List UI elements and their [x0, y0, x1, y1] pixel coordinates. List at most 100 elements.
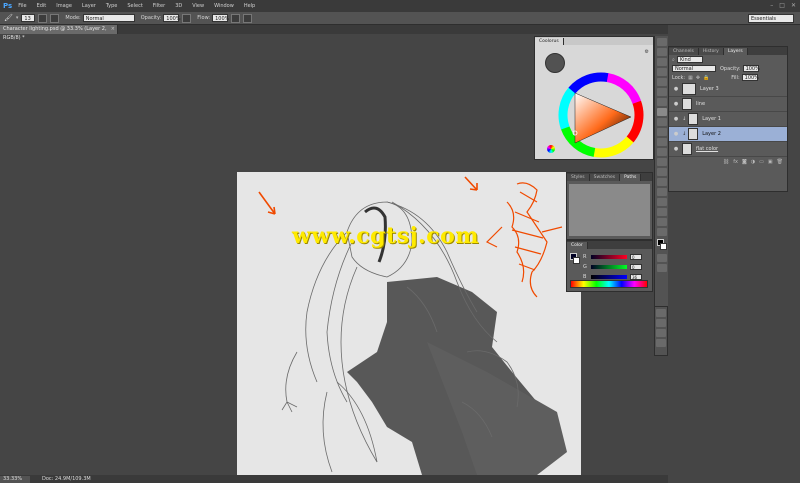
bg-color-chip[interactable] — [573, 257, 580, 264]
visibility-eye-icon[interactable]: ● — [672, 146, 680, 152]
blur-tool-icon[interactable] — [656, 158, 667, 166]
chevron-down-icon[interactable]: ▾ — [16, 15, 19, 21]
extra-tool-3-icon[interactable] — [656, 329, 666, 337]
blend-mode-select[interactable]: Normal — [672, 65, 716, 72]
visibility-eye-icon[interactable]: ● — [672, 86, 680, 92]
menu-window[interactable]: Window — [214, 3, 234, 9]
menu-view[interactable]: View — [192, 3, 204, 9]
menu-filter[interactable]: Filter — [153, 3, 165, 9]
tab-paths[interactable]: Paths — [620, 174, 642, 181]
lock-all-icon[interactable]: 🔒 — [703, 75, 709, 81]
maximize-icon[interactable]: □ — [779, 2, 785, 9]
layer-row-layer-1[interactable]: ● ↓ Layer 1 — [669, 112, 787, 127]
tab-channels[interactable]: Channels — [669, 48, 699, 55]
new-layer-icon[interactable]: ▣ — [768, 159, 773, 165]
close-tab-icon[interactable]: × — [111, 25, 115, 34]
dodge-tool-icon[interactable] — [656, 168, 667, 176]
slider-track-r[interactable] — [591, 255, 627, 259]
slider-value[interactable]: 0 — [630, 254, 642, 260]
slider-value[interactable]: 0 — [630, 264, 642, 270]
type-tool-icon[interactable] — [656, 188, 667, 196]
zoom-readout[interactable]: 33.33% — [0, 475, 30, 483]
menu-layer[interactable]: Layer — [82, 3, 96, 9]
delete-layer-icon[interactable]: 🗑 — [777, 159, 783, 165]
slider-track-g[interactable] — [591, 265, 627, 269]
visibility-eye-icon[interactable]: ● — [672, 131, 680, 137]
quick-select-tool-icon[interactable] — [656, 68, 667, 76]
adjustment-layer-icon[interactable]: ◑ — [751, 159, 755, 165]
menu-edit[interactable]: Edit — [37, 3, 47, 9]
layer-row-layer-2[interactable]: ● ↓ Layer 2 — [669, 127, 787, 142]
move-tool-icon[interactable] — [656, 38, 667, 46]
layer-style-icon[interactable]: fx — [733, 159, 738, 165]
healing-tool-icon[interactable] — [656, 98, 667, 106]
eyedropper-tool-icon[interactable] — [656, 88, 667, 96]
minimize-icon[interactable]: – — [770, 2, 773, 9]
gradient-tool-icon[interactable] — [656, 148, 667, 156]
extra-tool-1-icon[interactable] — [656, 309, 666, 317]
fill-input[interactable]: 100% — [741, 74, 759, 81]
new-group-icon[interactable]: ▭ — [759, 159, 764, 165]
layer-row-flat-color[interactable]: ● flat color — [669, 142, 787, 157]
color-spectrum-bar[interactable] — [570, 280, 648, 288]
coolorus-menu-icon[interactable]: ⚙ — [645, 49, 649, 55]
layer-row-line[interactable]: ● line — [669, 97, 787, 112]
visibility-eye-icon[interactable]: ● — [672, 101, 680, 107]
shape-tool-icon[interactable] — [656, 208, 667, 216]
menu-image[interactable]: Image — [56, 3, 72, 9]
close-icon[interactable]: ✕ — [791, 2, 796, 9]
extra-tool-4-icon[interactable] — [656, 339, 666, 347]
marquee-tool-icon[interactable] — [656, 48, 667, 56]
visibility-eye-icon[interactable]: ● — [672, 116, 680, 122]
zoom-tool-icon[interactable] — [656, 228, 667, 236]
extra-tool-2-icon[interactable] — [656, 319, 666, 327]
crop-tool-icon[interactable] — [656, 78, 667, 86]
lock-position-icon[interactable]: ✥ — [696, 75, 700, 81]
brush-size-preset[interactable]: 13 — [21, 14, 36, 22]
brush-tool-icon[interactable]: 🖌 — [4, 14, 13, 22]
eraser-tool-icon[interactable] — [656, 138, 667, 146]
menu-file[interactable]: File — [18, 3, 26, 9]
link-layers-icon[interactable]: ⛓ — [723, 159, 729, 165]
pen-tool-icon[interactable] — [656, 178, 667, 186]
background-color-swatch[interactable] — [660, 243, 667, 250]
lock-pixels-icon[interactable]: ▦ — [688, 75, 693, 81]
tab-swatches[interactable]: Swatches — [589, 174, 621, 181]
screen-mode-icon[interactable] — [656, 264, 667, 272]
menu-select[interactable]: Select — [127, 3, 142, 9]
layer-opacity-input[interactable]: 100% — [742, 65, 760, 72]
path-select-tool-icon[interactable] — [656, 198, 667, 206]
mode-select[interactable]: Normal — [82, 14, 135, 22]
filter-kind-select[interactable]: Kind — [676, 56, 703, 63]
tab-history[interactable]: History — [698, 48, 724, 55]
canvas-document[interactable] — [237, 172, 581, 475]
tab-styles[interactable]: Styles — [567, 174, 590, 181]
slider-g[interactable]: G 0 — [567, 263, 652, 271]
clone-stamp-tool-icon[interactable] — [656, 118, 667, 126]
coolorus-mini-wheel-icon[interactable] — [547, 145, 555, 153]
lasso-tool-icon[interactable] — [656, 58, 667, 66]
menu-type[interactable]: Type — [106, 3, 117, 9]
workspace-select[interactable]: Essentials — [748, 14, 794, 23]
history-brush-tool-icon[interactable] — [656, 128, 667, 136]
pressure-opacity-icon[interactable] — [182, 13, 192, 23]
tab-color[interactable]: Color — [567, 242, 588, 249]
airbrush-icon[interactable] — [231, 13, 241, 23]
slider-track-b[interactable] — [591, 275, 627, 279]
pressure-size-icon[interactable] — [243, 13, 253, 23]
flow-input[interactable]: 100% — [212, 14, 229, 22]
menu-help[interactable]: Help — [244, 3, 255, 9]
brush-panel-toggle-icon[interactable] — [38, 13, 48, 23]
menu-3d[interactable]: 3D — [175, 3, 182, 9]
quick-mask-icon[interactable] — [656, 254, 667, 262]
opacity-input[interactable]: 100% — [163, 14, 181, 22]
color-wheel[interactable] — [545, 65, 645, 161]
hand-tool-icon[interactable] — [656, 218, 667, 226]
document-tab[interactable]: Character lighting.psd @ 33.3% (Layer 2,… — [0, 25, 118, 41]
layer-row-layer-3[interactable]: ● Layer 3 — [669, 82, 787, 97]
tab-layers[interactable]: Layers — [723, 48, 748, 55]
clone-source-icon[interactable] — [50, 13, 60, 23]
brush-tool-icon[interactable] — [656, 108, 667, 116]
tab-coolorus[interactable]: Coolorus — [535, 38, 564, 45]
add-mask-icon[interactable]: ◙ — [742, 159, 747, 165]
